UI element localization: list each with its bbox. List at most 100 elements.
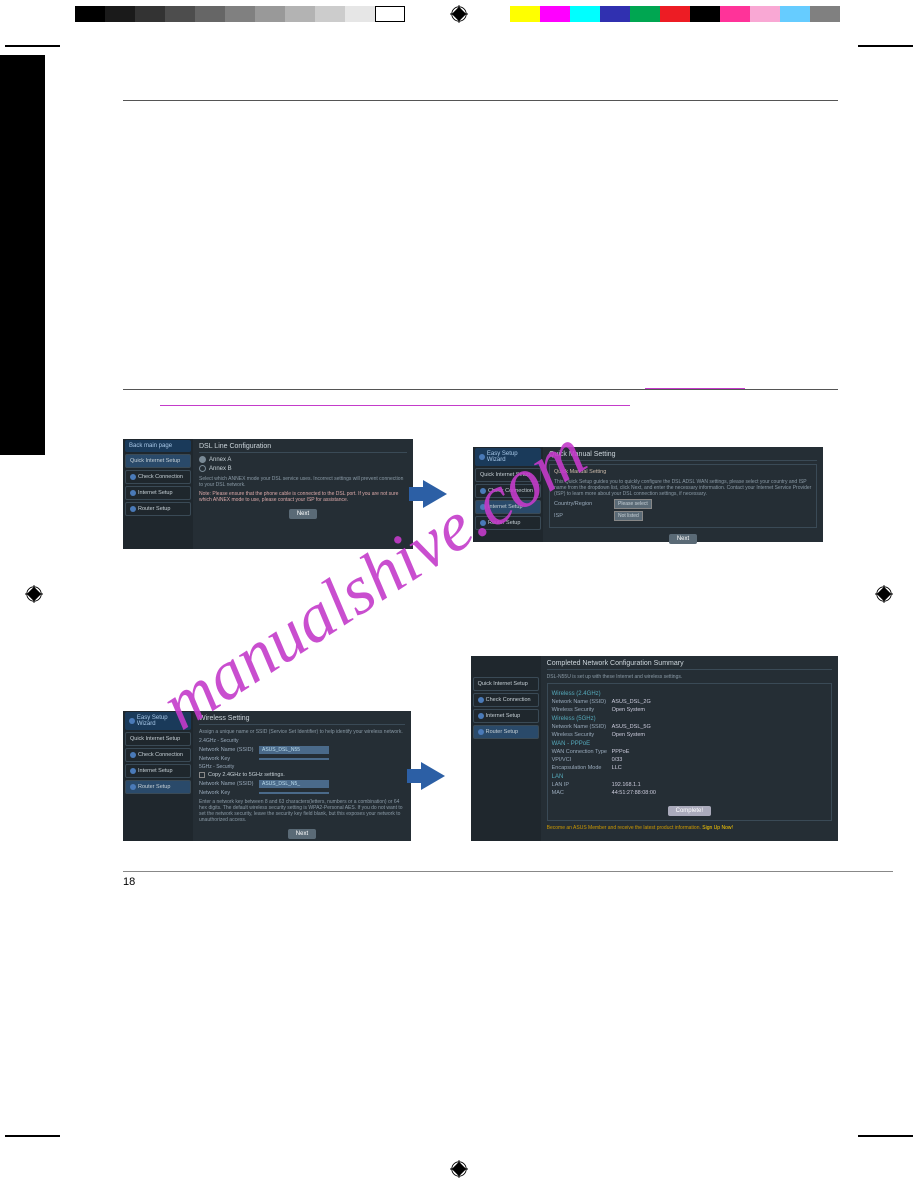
globe-icon — [480, 504, 486, 510]
ssid5-input[interactable]: ASUS_DSL_N5_ — [259, 780, 329, 788]
globe-icon — [130, 768, 136, 774]
nav-check-connection[interactable]: Check Connection — [125, 470, 191, 484]
desc-text: DSL-N55U is set up with these Internet a… — [547, 674, 832, 680]
notes-box: NOTES: The autodetection of your ISP con… — [123, 100, 838, 390]
nav-router-setup[interactable]: Router Setup — [125, 780, 191, 794]
signup-link[interactable]: Sign Up Now! — [702, 825, 733, 831]
summary-value: LLC — [612, 765, 622, 771]
gear-icon — [480, 488, 486, 494]
note-item: By default, the QIS Wizard is for DSL se… — [133, 153, 838, 177]
section-24ghz: 2.4GHz - Security — [199, 738, 405, 744]
footer-desc: Enter a network key between 8 and 63 cha… — [199, 799, 405, 823]
wireless5-header: Wireless (5GHz) — [552, 716, 827, 722]
nav-internet-setup[interactable]: Internet Setup — [125, 764, 191, 778]
key-label: Network Key — [199, 756, 259, 762]
gear-icon — [478, 697, 484, 703]
wan-header: WAN - PPPoE — [552, 741, 827, 747]
next-button[interactable]: Next — [289, 509, 317, 519]
isp-label: ISP — [554, 513, 614, 519]
summary-label: Network Name (SSID) — [552, 724, 612, 730]
globe-icon — [478, 713, 484, 719]
step-3-text: 3. If DSL is detected, and DSL-N55U is i… — [123, 410, 838, 424]
next-button[interactable]: Next — [669, 534, 697, 544]
nav-qis[interactable]: Quick Internet Setup — [125, 454, 191, 468]
summary-value: ASUS_DSL_5G — [612, 724, 651, 730]
wizard-header: Easy Setup Wizard — [475, 448, 541, 466]
note-text: Note: Please ensure that the phone cable… — [199, 491, 407, 503]
screenshot-wireless-setting: Easy Setup Wizard Quick Internet Setup C… — [123, 711, 411, 841]
ssid5-label: Network Name (SSID) — [199, 781, 259, 787]
wizard-header: Easy Setup Wizard — [125, 712, 191, 730]
registration-mark-icon — [450, 1160, 468, 1178]
summary-value: Open System — [612, 707, 645, 713]
wizard-icon — [479, 454, 485, 460]
wireless24-header: Wireless (2.4GHz) — [552, 691, 827, 697]
color-bar — [510, 6, 840, 22]
copy-checkbox[interactable] — [199, 772, 205, 778]
lan-header: LAN — [552, 774, 827, 780]
screenshot-dsl-config: Back main page Quick Internet Setup Chec… — [123, 439, 413, 549]
ssid-label: Network Name (SSID) — [199, 747, 259, 753]
gear-icon — [130, 752, 136, 758]
summary-label: Network Name (SSID) — [552, 699, 612, 705]
summary-label: LAN IP — [552, 782, 612, 788]
key-input[interactable] — [259, 758, 329, 760]
summary-label: WAN Connection Type — [552, 749, 612, 755]
nav-internet-setup[interactable]: Internet Setup — [473, 709, 539, 723]
step-b: b. If QIS failed to detect your Internet… — [133, 217, 838, 229]
crop-mark — [5, 1135, 60, 1137]
grayscale-bar — [75, 6, 405, 22]
summary-label: MAC — [552, 790, 612, 796]
section-5ghz: 5GHz - Security — [199, 764, 405, 770]
summary-value: Open System — [612, 732, 645, 738]
router-icon — [480, 520, 486, 526]
globe-icon — [130, 490, 136, 496]
back-main-button[interactable]: Back main page — [125, 440, 191, 452]
subtitle: Quick Manual Setting — [554, 469, 812, 475]
key5-label: Network Key — [199, 790, 259, 796]
asus-member-text: Become an ASUS Member and receive the la… — [547, 825, 832, 831]
annex-a-radio[interactable]: Annex A — [199, 456, 407, 463]
nav-check-connection[interactable]: Check Connection — [125, 748, 191, 762]
step-4-text: Assign the wireless network name (SSID) … — [123, 579, 838, 593]
desc-text: Select which ANNEX mode your DSL service… — [199, 476, 407, 488]
nav-qis[interactable]: Quick Internet Setup — [473, 677, 539, 691]
crop-mark — [858, 1135, 913, 1137]
step-4-section: Assign the wireless network name (SSID) … — [123, 579, 838, 841]
page-number: 18 — [123, 871, 893, 888]
nav-internet-setup[interactable]: Internet Setup — [475, 500, 541, 514]
next-button[interactable]: Next — [288, 829, 316, 839]
panel-title: Completed Network Configuration Summary — [547, 660, 832, 670]
arrow-right-icon — [423, 480, 447, 508]
router-icon — [130, 784, 136, 790]
ssid-input[interactable]: ASUS_DSL_N55 — [259, 746, 329, 754]
step-3-section: 3. If DSL is detected, and DSL-N55U is i… — [123, 410, 838, 549]
desc-text: This Quick Setup guides you to quickly c… — [554, 479, 812, 497]
nav-qis[interactable]: Quick Internet Setup — [125, 732, 191, 746]
country-label: Country/Region — [554, 501, 614, 507]
summary-label: Encapsulation Mode — [552, 765, 612, 771]
nav-router-setup[interactable]: Router Setup — [475, 516, 541, 530]
router-icon — [478, 729, 484, 735]
complete-button[interactable]: Complete! — [668, 806, 711, 816]
key5-input[interactable] — [259, 792, 329, 794]
nav-router-setup[interactable]: Router Setup — [473, 725, 539, 739]
desc-text: Assign a unique name or SSID (Service Se… — [199, 729, 405, 735]
annex-b-radio[interactable]: Annex B — [199, 465, 407, 472]
summary-value: 44:51:27:88:08:00 — [612, 790, 656, 796]
summary-value: 192.168.1.1 — [612, 782, 641, 788]
gear-icon — [130, 474, 136, 480]
panel-title: Quick Manual Setting — [549, 451, 817, 461]
panel-title: DSL Line Configuration — [199, 443, 407, 453]
step-c: c. If DSL is not detected, and DSL-N55U … — [133, 249, 838, 261]
summary-value: PPPoE — [612, 749, 630, 755]
nav-qis[interactable]: Quick Internet Setup — [475, 468, 541, 482]
nav-router-setup[interactable]: Router Setup — [125, 502, 191, 516]
nav-internet-setup[interactable]: Internet Setup — [125, 486, 191, 500]
registration-mark-icon — [450, 5, 468, 23]
country-select[interactable]: Please select — [614, 499, 652, 509]
summary-value: 0/33 — [612, 757, 623, 763]
nav-check-connection[interactable]: Check Connection — [473, 693, 539, 707]
nav-check-connection[interactable]: Check Connection — [475, 484, 541, 498]
isp-select[interactable]: Not listed — [614, 511, 643, 521]
